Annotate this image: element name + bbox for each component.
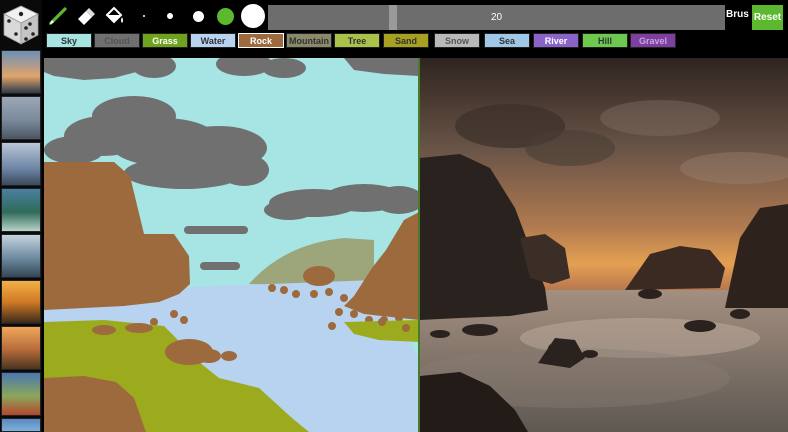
label-hill[interactable]: Hill: [582, 33, 628, 48]
brush-label: Brus: [726, 9, 749, 20]
brush-size-tiny[interactable]: [130, 2, 158, 30]
random-dice-icon[interactable]: [2, 4, 40, 46]
label-water[interactable]: Water: [190, 33, 236, 48]
thumbnail-sunset-sea[interactable]: [1, 280, 41, 324]
brush-size-large-selected[interactable]: [211, 2, 239, 30]
thumbnail-sidebar: [0, 0, 42, 432]
reset-button[interactable]: Reset: [752, 5, 783, 30]
generated-image: [420, 58, 788, 432]
thumbnail-misty-sea[interactable]: [1, 96, 41, 140]
brush-size-value: 20: [490, 12, 503, 23]
label-palette: Sky Cloud Grass Water Rock Mountain Tree…: [42, 32, 788, 50]
brush-icon[interactable]: [44, 2, 72, 30]
label-rock-selected[interactable]: Rock: [238, 33, 284, 48]
label-sky[interactable]: Sky: [46, 33, 92, 48]
label-gravel[interactable]: Gravel: [630, 33, 676, 48]
label-sea[interactable]: Sea: [484, 33, 530, 48]
thumbnail-flowers-field[interactable]: [1, 372, 41, 416]
brush-size-small[interactable]: [156, 2, 184, 30]
eraser-icon[interactable]: [72, 2, 100, 30]
toolbar: 20 Brus Reset: [42, 0, 788, 32]
label-snow[interactable]: Snow: [434, 33, 480, 48]
thumbnail-lake-trees[interactable]: [1, 234, 41, 278]
segmentation-canvas[interactable]: [44, 58, 419, 432]
label-grass[interactable]: Grass: [142, 33, 188, 48]
thumbnail-wave-green[interactable]: [1, 188, 41, 232]
thumbnail-cloudy-coast[interactable]: [1, 142, 41, 186]
label-mountain[interactable]: Mountain: [286, 33, 332, 48]
thumbnail-coast-blue[interactable]: [1, 418, 41, 432]
label-river[interactable]: River: [533, 33, 579, 48]
brush-size-xlarge[interactable]: [238, 2, 268, 30]
thumbnail-beach-dusk[interactable]: [1, 50, 41, 94]
thumbnail-bare-tree-sunset[interactable]: [1, 326, 41, 370]
label-sand[interactable]: Sand: [383, 33, 429, 48]
brush-size-slider[interactable]: 20: [268, 5, 725, 30]
label-tree[interactable]: Tree: [334, 33, 380, 48]
fill-bucket-icon[interactable]: [100, 2, 128, 30]
brush-size-medium[interactable]: [184, 2, 212, 30]
label-cloud[interactable]: Cloud: [94, 33, 140, 48]
